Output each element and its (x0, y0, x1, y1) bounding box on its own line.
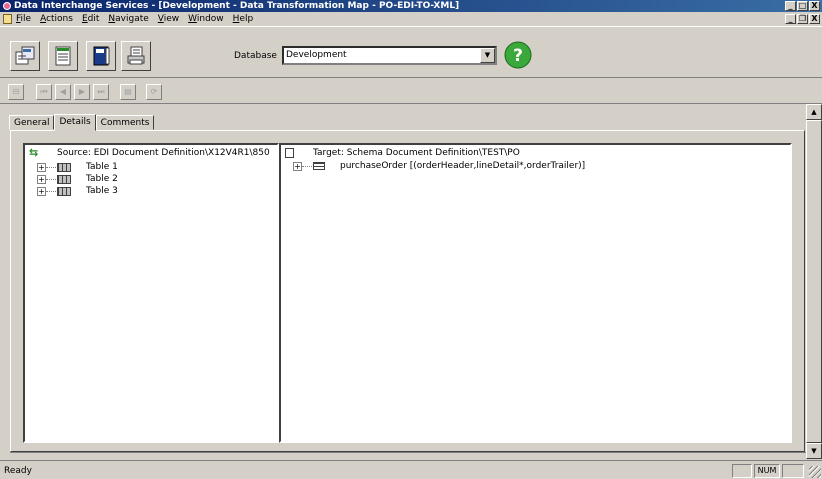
scroll-thumb[interactable] (806, 120, 822, 443)
navigation-toolbar: ⊟ ⏮ ◀ ▶ ⏭ ▤ ⟳ (0, 80, 822, 104)
status-text: Ready (4, 466, 32, 476)
menu-navigate[interactable]: Navigate (108, 12, 148, 26)
printer-document-icon (127, 46, 145, 65)
window-title: Data Interchange Services - [Development… (14, 1, 460, 11)
expand-icon[interactable]: + (293, 162, 302, 171)
menu-actions[interactable]: Actions (40, 12, 73, 26)
edi-book-button[interactable] (86, 41, 116, 71)
doc-restore-button[interactable]: ❐ (797, 14, 808, 24)
first-record-button[interactable]: ⏮ (36, 84, 52, 100)
printer-document-button[interactable] (121, 41, 151, 71)
swap-arrows-icon: ⇆ (29, 146, 39, 159)
collapse-button[interactable]: ⊟ (8, 84, 24, 100)
preview-button[interactable]: ▤ (120, 84, 136, 100)
menu-file[interactable]: File (16, 12, 31, 26)
menu-window[interactable]: Window (188, 12, 224, 26)
status-bar: Ready NUM (0, 460, 822, 479)
vertical-scrollbar[interactable]: ▲ ▼ (806, 104, 822, 459)
panel-bottom-edge (10, 452, 806, 459)
source-header: Source: EDI Document Definition\X12V4R1\… (57, 148, 270, 158)
tree-item-label: Table 1 (86, 162, 118, 172)
database-select[interactable]: Development ▼ (282, 46, 497, 65)
window-controls: _ □ X (785, 1, 820, 11)
menu-view[interactable]: View (158, 12, 179, 26)
expand-icon[interactable]: + (37, 175, 46, 184)
tab-strip: General Details Comments (9, 114, 155, 131)
maximize-button[interactable]: □ (797, 1, 808, 11)
status-cell-empty (782, 464, 804, 478)
record-icon (313, 162, 325, 170)
expand-icon[interactable]: + (37, 187, 46, 196)
last-record-button[interactable]: ⏭ (93, 84, 109, 100)
next-record-button[interactable]: ▶ (74, 84, 90, 100)
expand-icon[interactable]: + (37, 163, 46, 172)
app-icon (3, 2, 11, 10)
table-icon (57, 163, 71, 172)
table-icon (57, 187, 71, 196)
scroll-down-button[interactable]: ▼ (806, 443, 822, 459)
menu-help[interactable]: Help (233, 12, 254, 26)
target-header: Target: Schema Document Definition\TEST\… (313, 148, 520, 158)
document-window-controls: _ ❐ X (785, 14, 820, 24)
schema-document-icon (285, 148, 294, 158)
tree-item-label: purchaseOrder [(orderHeader,lineDetail*,… (340, 161, 586, 171)
form-document-button[interactable] (48, 41, 78, 71)
resize-grip-icon[interactable] (809, 466, 821, 478)
close-button[interactable]: X (809, 1, 820, 11)
source-tree[interactable]: ⇆ Source: EDI Document Definition\X12V4R… (23, 143, 279, 443)
doc-minimize-button[interactable]: _ (785, 14, 796, 24)
tab-comments[interactable]: Comments (95, 115, 155, 130)
main-toolbar: Database Development ▼ ? (0, 26, 822, 78)
doc-close-button[interactable]: X (809, 14, 820, 24)
refresh-button[interactable]: ⟳ (146, 84, 162, 100)
scroll-up-button[interactable]: ▲ (806, 104, 822, 120)
document-icon[interactable] (3, 14, 12, 24)
xml-document-button[interactable] (10, 41, 40, 71)
edi-book-icon (93, 46, 110, 66)
menu-edit[interactable]: Edit (82, 12, 99, 26)
tab-details[interactable]: Details (54, 114, 96, 131)
title-bar: Data Interchange Services - [Development… (0, 0, 822, 12)
svg-text:?: ? (513, 46, 523, 66)
num-lock-indicator: NUM (754, 464, 780, 478)
tree-item-label: Table 3 (86, 186, 118, 196)
tree-item-label: Table 2 (86, 174, 118, 184)
table-icon (57, 175, 71, 184)
menu-bar: File Actions Edit Navigate View Window H… (0, 12, 822, 26)
chevron-down-icon[interactable]: ▼ (480, 48, 495, 63)
details-panel: ⇆ Source: EDI Document Definition\X12V4R… (10, 130, 805, 452)
target-tree[interactable]: Target: Schema Document Definition\TEST\… (279, 143, 792, 443)
form-document-icon (55, 46, 71, 66)
help-icon[interactable]: ? (503, 40, 533, 70)
xml-document-icon (15, 46, 35, 65)
status-cell-empty (732, 464, 752, 478)
database-label: Database (234, 51, 277, 61)
previous-record-button[interactable]: ◀ (55, 84, 71, 100)
tab-general[interactable]: General (9, 115, 55, 130)
database-value: Development (286, 50, 347, 60)
minimize-button[interactable]: _ (785, 1, 796, 11)
